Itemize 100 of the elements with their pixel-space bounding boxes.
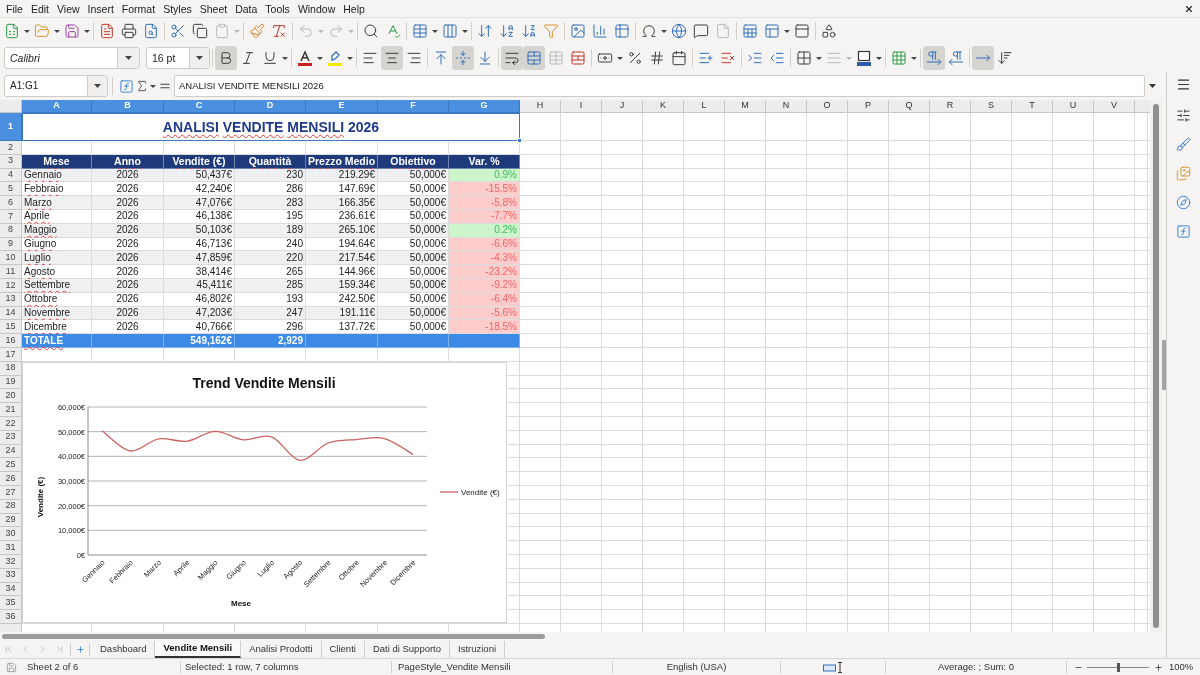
menu-item[interactable]: Styles [159, 0, 196, 17]
navigator-button[interactable] [1174, 194, 1193, 210]
column-header[interactable]: L [684, 100, 725, 113]
document-icon [99, 23, 115, 39]
merge-center-button[interactable] [523, 46, 545, 70]
filter-icon [543, 23, 559, 39]
align-top-icon [433, 50, 449, 66]
bold-button[interactable] [215, 46, 237, 70]
scrollbar-thumb[interactable] [2, 634, 545, 639]
menu-item[interactable]: Edit [26, 0, 53, 17]
total-cell: 2,929 [235, 334, 306, 348]
row-header[interactable]: 30 [0, 527, 22, 542]
column-header[interactable]: H [520, 100, 561, 113]
menu-item[interactable]: Data [231, 0, 262, 17]
row-header[interactable]: 2 [0, 141, 22, 155]
font-size-combobox[interactable]: 16 pt [146, 47, 210, 69]
arrow-down-bars-icon [997, 50, 1013, 66]
row-header[interactable]: 15 [0, 320, 22, 335]
functions-button[interactable] [1174, 223, 1193, 239]
table-cell: 2026 [92, 251, 164, 266]
lines-icon [826, 50, 842, 66]
name-box[interactable]: A1:G1 [4, 75, 108, 97]
menu-item[interactable]: Tools [261, 0, 294, 17]
list-plus-icon [698, 50, 714, 66]
left-to-right-button[interactable] [923, 46, 945, 70]
vertical-scrollbar[interactable] [1150, 100, 1162, 632]
slider-thumb[interactable] [1117, 662, 1120, 672]
selection-mode-icon [823, 661, 843, 673]
row-header[interactable]: 31 [0, 541, 22, 555]
sidebar-handle[interactable] [1162, 340, 1166, 390]
row-header[interactable]: 36 [0, 610, 22, 624]
fill-handle[interactable] [517, 138, 522, 143]
row-header[interactable]: 5 [0, 182, 22, 197]
caret-icon [876, 56, 882, 60]
formula-input[interactable]: ANALISI VENDITE MENSILI 2026 [174, 75, 1145, 97]
row-header[interactable]: 16 [0, 334, 22, 348]
dropdown-button[interactable] [117, 48, 139, 68]
column-header[interactable]: N [766, 100, 807, 113]
table-header-cell: Obiettivo [378, 154, 449, 169]
row-header[interactable]: 25 [0, 458, 22, 473]
column-header[interactable]: R [930, 100, 971, 113]
dropdown-button[interactable] [189, 48, 209, 68]
row-header[interactable]: 6 [0, 196, 22, 210]
axis-title: Vendite (€) [36, 476, 45, 518]
column-header[interactable]: S [971, 100, 1012, 113]
table-cell: Marzo [22, 196, 92, 210]
align-bottom-icon [477, 50, 493, 66]
row-header[interactable]: 21 [0, 403, 22, 417]
spellcheck-icon [385, 23, 401, 39]
caret-icon [125, 56, 132, 60]
cell-grid[interactable] [0, 100, 1150, 632]
zoom-in-button[interactable] [1152, 661, 1164, 673]
column-header[interactable]: J [602, 100, 643, 113]
caret-icon [54, 29, 60, 33]
compass-icon [1176, 194, 1191, 210]
menu-item[interactable]: Window [293, 0, 340, 17]
gallery-button[interactable] [1174, 165, 1193, 181]
menu-item[interactable]: Insert [83, 0, 118, 17]
highlighter-icon [327, 50, 343, 66]
menu-item[interactable]: Format [117, 0, 160, 17]
row-header[interactable]: 35 [0, 596, 22, 611]
function-icon [118, 78, 134, 94]
styles-button[interactable] [1174, 136, 1193, 152]
menu-item[interactable]: View [53, 0, 84, 17]
sheet-tab[interactable]: Vendite Mensili [155, 641, 242, 658]
zoom-percentage[interactable]: 100% [1169, 659, 1194, 675]
properties-button[interactable] [1174, 107, 1193, 123]
column-header[interactable]: M [725, 100, 766, 113]
column-header[interactable]: T [1012, 100, 1053, 113]
align-right-icon [406, 50, 422, 66]
column-header[interactable]: P [848, 100, 889, 113]
row-header[interactable]: 11 [0, 265, 22, 279]
menu-item[interactable]: Help [339, 0, 369, 17]
wrap-text-button[interactable] [501, 46, 523, 70]
row-header[interactable]: 10 [0, 251, 22, 266]
font-name-combobox[interactable]: Calibri [4, 47, 140, 69]
column-header[interactable]: O [807, 100, 848, 113]
row-header[interactable]: 26 [0, 472, 22, 486]
legend-line-icon [439, 491, 459, 493]
scrollbar-thumb[interactable] [1153, 104, 1159, 628]
row-header[interactable]: 20 [0, 389, 22, 404]
function-icon [1176, 223, 1191, 239]
column-header[interactable]: U [1053, 100, 1094, 113]
menu-item[interactable]: Sheet [195, 0, 232, 17]
column-header[interactable]: I [561, 100, 602, 113]
column-header[interactable]: Q [889, 100, 930, 113]
column-header[interactable]: K [643, 100, 684, 113]
indent-increase-icon [747, 50, 763, 66]
total-cell [449, 334, 520, 348]
column-header[interactable]: V [1094, 100, 1135, 113]
caret-icon [816, 56, 822, 60]
paintbrush-icon [249, 23, 265, 39]
align-center-button[interactable] [381, 46, 403, 70]
file-search-icon [143, 23, 159, 39]
dropdown-button[interactable] [87, 76, 107, 96]
caret-icon [84, 29, 90, 33]
menu-item[interactable]: File [2, 0, 27, 17]
table-cell: -18.5% [449, 320, 520, 335]
zoom-slider[interactable] [1087, 662, 1149, 672]
sort-ascending-icon [499, 23, 515, 39]
